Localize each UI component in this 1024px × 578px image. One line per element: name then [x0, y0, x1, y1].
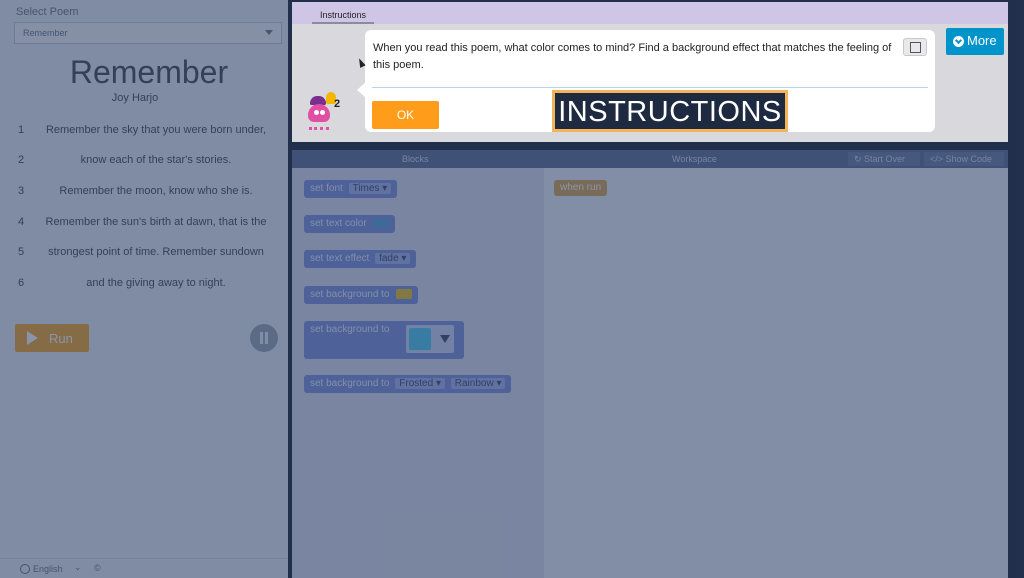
poem-panel: Select Poem Remember Remember Joy Harjo …: [0, 0, 288, 578]
block-label: set font: [310, 183, 343, 194]
effect-dropdown[interactable]: fade ▾: [375, 253, 411, 264]
code-workspace: Blocks Workspace ↻ Start Over </> Show C…: [292, 150, 1008, 578]
when-run-block[interactable]: when run: [554, 180, 608, 196]
color-swatch[interactable]: [396, 289, 413, 300]
blocks-toolbox: set font Times ▾ set text color set text…: [292, 168, 544, 578]
block-label: set background to: [310, 289, 390, 300]
background-dropdown-1[interactable]: Frosted ▾: [395, 378, 445, 389]
globe-icon: [20, 564, 30, 574]
poem-line: 1 Remember the sky that you were born un…: [18, 124, 280, 142]
line-text: and the giving away to night.: [86, 277, 226, 289]
line-text: know each of the star's stories.: [80, 154, 232, 166]
show-code-button[interactable]: </> Show Code: [924, 152, 1004, 166]
poem-line: 3 Remember the moon, know who she is.: [18, 185, 280, 203]
footer-bar: English ⌄ ©: [0, 558, 288, 578]
line-number: 5: [18, 246, 25, 258]
start-over-button[interactable]: ↻ Start Over: [848, 152, 920, 166]
workspace-header: Blocks Workspace ↻ Start Over </> Show C…: [292, 150, 1008, 168]
mascot-legs: [309, 120, 329, 130]
poem-line: 5 strongest point of time. Remember sund…: [18, 246, 280, 264]
divider: [372, 87, 928, 88]
pause-button[interactable]: [250, 324, 278, 352]
chevron-down-circle-icon: [953, 36, 964, 47]
chevron-down-icon: [440, 335, 450, 343]
line-number: 3: [18, 185, 25, 197]
poem-select-value: Remember: [23, 28, 68, 38]
color-swatch[interactable]: [373, 218, 390, 229]
instructions-text: When you read this poem, what color come…: [373, 42, 892, 71]
set-background-color-block[interactable]: set background to: [304, 286, 419, 304]
line-number: 6: [18, 277, 25, 289]
line-text: Remember the sky that you were born unde…: [45, 124, 267, 136]
select-poem-label: Select Poem: [16, 6, 79, 18]
block-label: set background to: [310, 324, 390, 335]
background-dropdown-2[interactable]: Rainbow ▾: [450, 378, 506, 389]
play-icon: [27, 331, 38, 345]
poem-line: 4 Remember the sun's birth at dawn, that…: [18, 216, 280, 234]
text-to-speech-icon[interactable]: [903, 38, 927, 56]
set-text-color-block[interactable]: set text color: [304, 215, 396, 233]
language-select[interactable]: English: [33, 564, 63, 574]
block-label: set text color: [310, 218, 367, 229]
line-number: 4: [18, 216, 25, 228]
block-label: set text effect: [310, 253, 370, 264]
mascot-eye: [314, 110, 319, 115]
show-code-label: Show Code: [945, 154, 993, 164]
block-label: set background to: [310, 378, 390, 389]
chevron-down-icon: [265, 30, 273, 35]
set-text-effect-block[interactable]: set text effect fade ▾: [304, 250, 417, 268]
line-text: Remember the sun's birth at dawn, that i…: [45, 216, 267, 228]
font-dropdown[interactable]: Times ▾: [348, 183, 392, 194]
chevron-down-icon[interactable]: ⌄: [74, 562, 82, 573]
run-button[interactable]: Run: [15, 324, 89, 352]
workspace-header-label: Workspace: [672, 154, 717, 164]
line-text: strongest point of time. Remember sundow…: [48, 246, 264, 258]
instructions-tabbar: Instructions: [292, 2, 1008, 24]
more-button[interactable]: More: [946, 28, 1004, 55]
ok-button[interactable]: OK: [372, 101, 439, 129]
hint-count: 2: [334, 98, 341, 110]
poem-line: 2 know each of the star's stories.: [18, 154, 280, 172]
run-label: Run: [49, 331, 73, 346]
set-background-effect-block[interactable]: set background to: [304, 321, 464, 359]
set-font-block[interactable]: set font Times ▾: [304, 180, 398, 198]
video-caption-overlay: INSTRUCTIONS: [552, 90, 788, 132]
blocks-header: Blocks: [402, 154, 429, 164]
poem-title: Remember: [69, 54, 229, 90]
mascot-eye: [320, 110, 325, 115]
line-text: Remember the moon, know who she is.: [59, 185, 253, 197]
more-label: More: [967, 33, 997, 48]
background-effect-picker[interactable]: [406, 325, 454, 353]
line-number: 2: [18, 154, 25, 166]
copyright-icon[interactable]: ©: [94, 563, 101, 573]
poem-line: 6 and the giving away to night.: [18, 277, 280, 295]
line-number: 1: [18, 124, 25, 136]
set-background-pattern-block[interactable]: set background to Frosted ▾ Rainbow ▾: [304, 375, 512, 393]
effect-thumbnail: [409, 328, 431, 350]
start-over-label: Start Over: [864, 154, 906, 164]
poem-author: Joy Harjo: [111, 92, 159, 104]
tab-instructions[interactable]: Instructions: [312, 5, 374, 24]
poem-select-dropdown[interactable]: Remember: [14, 22, 282, 44]
